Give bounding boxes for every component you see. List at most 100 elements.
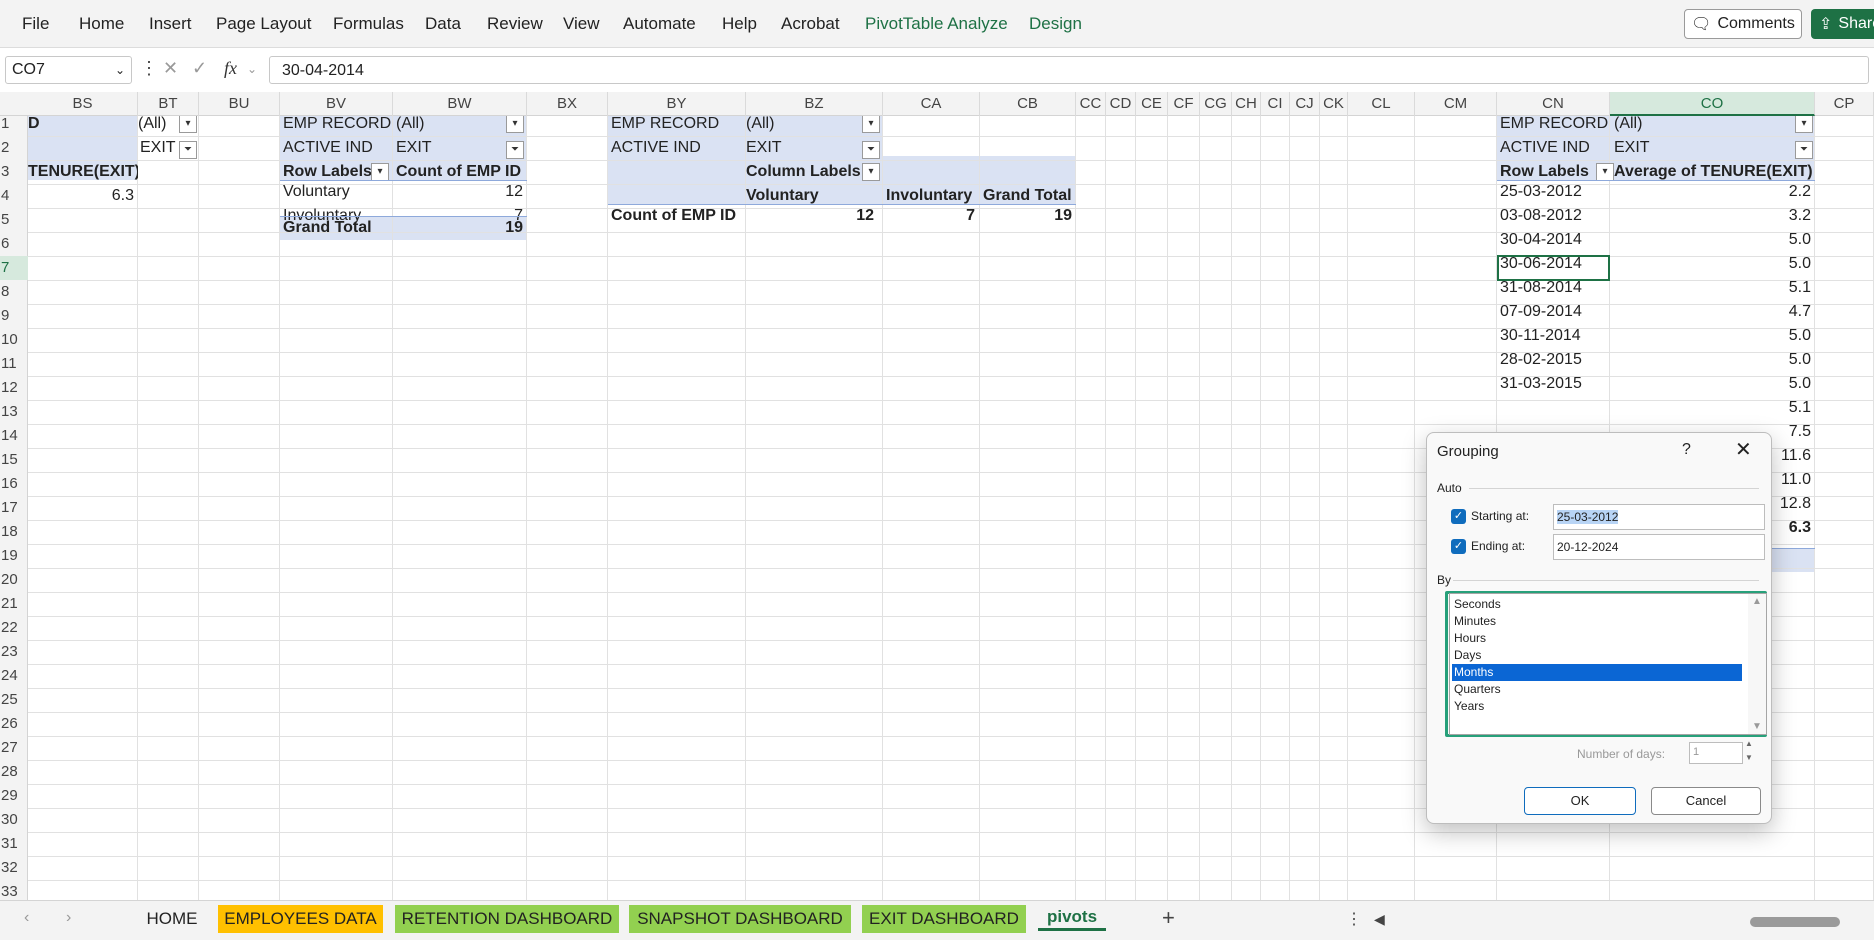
row-header-2[interactable]: 2 — [0, 136, 28, 160]
pivot3-column-dropdown[interactable]: ▾ — [862, 163, 880, 181]
sheet-tab-retention-dashboard[interactable]: RETENTION DASHBOARD — [395, 905, 619, 933]
pivot2-filter2-dropdown[interactable]: ⏷ — [506, 141, 524, 159]
tab-review[interactable]: Review — [487, 14, 543, 34]
more-sheets-icon[interactable]: ⋮ — [1346, 909, 1362, 929]
formula-input[interactable]: 30-04-2014 — [269, 56, 1869, 84]
tab-file[interactable]: File — [22, 14, 49, 34]
tab-pivottable-analyze[interactable]: PivotTable Analyze — [865, 14, 1008, 34]
scroll-left-icon[interactable]: ◀ — [1374, 911, 1385, 928]
pivot2-row-dropdown[interactable]: ▾ — [371, 163, 389, 181]
horizontal-scrollbar-thumb[interactable] — [1750, 917, 1840, 927]
row-header-17[interactable]: 17 — [0, 496, 28, 520]
tab-home[interactable]: Home — [79, 14, 124, 34]
pivot2-filter1-dropdown[interactable]: ▾ — [506, 116, 524, 133]
group-option-minutes[interactable]: Minutes — [1452, 613, 1742, 630]
row-header-21[interactable]: 21 — [0, 592, 28, 616]
column-header-ci[interactable]: CI — [1261, 92, 1290, 116]
sheet-tab-snapshot-dashboard[interactable]: SNAPSHOT DASHBOARD — [629, 905, 851, 933]
row-header-15[interactable]: 15 — [0, 448, 28, 472]
tab-acrobat[interactable]: Acrobat — [781, 14, 840, 34]
pivot1-filter1-dropdown[interactable]: ▾ — [179, 116, 197, 133]
column-header-cp[interactable]: CP — [1815, 92, 1874, 116]
starting-at-checkbox[interactable]: ✓ — [1451, 509, 1466, 524]
row-header-26[interactable]: 26 — [0, 712, 28, 736]
row-header-32[interactable]: 32 — [0, 856, 28, 880]
add-sheet-icon[interactable]: + — [1162, 905, 1175, 931]
column-header-cj[interactable]: CJ — [1290, 92, 1320, 116]
row-header-5[interactable]: 5 — [0, 208, 28, 232]
row-header-25[interactable]: 25 — [0, 688, 28, 712]
pivot1-filter2-dropdown[interactable]: ⏷ — [179, 141, 197, 159]
column-header-ce[interactable]: CE — [1136, 92, 1168, 116]
sheet-tab-home[interactable]: HOME — [134, 905, 210, 933]
column-header-cd[interactable]: CD — [1106, 92, 1136, 116]
row-header-1[interactable]: 1 — [0, 112, 28, 136]
starting-at-input[interactable]: 25-03-2012 — [1553, 504, 1765, 530]
column-header-cf[interactable]: CF — [1168, 92, 1200, 116]
tab-page-layout[interactable]: Page Layout — [216, 14, 311, 34]
column-header-bs[interactable]: BS — [28, 92, 138, 116]
number-of-days-input[interactable]: 1 — [1689, 742, 1743, 764]
cancel-button[interactable]: Cancel — [1651, 787, 1761, 815]
next-sheet-icon[interactable]: › — [66, 909, 71, 927]
group-option-hours[interactable]: Hours — [1452, 630, 1742, 647]
group-option-years[interactable]: Years — [1452, 698, 1742, 715]
column-header-bt[interactable]: BT — [138, 92, 199, 116]
enter-icon[interactable]: ✓ — [192, 58, 207, 79]
row-header-30[interactable]: 30 — [0, 808, 28, 832]
pivot4-filter1-dropdown[interactable]: ▾ — [1795, 116, 1813, 133]
row-header-11[interactable]: 11 — [0, 352, 28, 376]
group-by-listbox[interactable]: Seconds Minutes Hours Days Months Quarters Yea… — [1449, 593, 1767, 735]
spin-down-icon[interactable]: ▼ — [1745, 753, 1753, 762]
row-header-14[interactable]: 14 — [0, 424, 28, 448]
scroll-up-icon[interactable]: ▲ — [1752, 596, 1762, 607]
row-header-9[interactable]: 9 — [0, 304, 28, 328]
pivot3-filter2-dropdown[interactable]: ⏷ — [862, 141, 880, 159]
row-header-29[interactable]: 29 — [0, 784, 28, 808]
tab-insert[interactable]: Insert — [149, 14, 192, 34]
sheet-tab-employees-data[interactable]: EMPLOYEES DATA — [218, 905, 383, 933]
column-header-ch[interactable]: CH — [1232, 92, 1261, 116]
cancel-icon[interactable]: ✕ — [163, 58, 178, 79]
prev-sheet-icon[interactable]: ‹ — [24, 909, 29, 927]
pivot4-row-dropdown[interactable]: ▾ — [1596, 163, 1614, 181]
row-header-6[interactable]: 6 — [0, 232, 28, 256]
column-header-ck[interactable]: CK — [1320, 92, 1348, 116]
scroll-down-icon[interactable]: ▼ — [1752, 721, 1762, 732]
tab-data[interactable]: Data — [425, 14, 461, 34]
row-header-3[interactable]: 3 — [0, 160, 28, 184]
column-header-bw[interactable]: BW — [393, 92, 527, 116]
ending-at-input[interactable]: 20-12-2024 — [1553, 534, 1765, 560]
share-button[interactable]: ⇪ Share — [1811, 9, 1874, 39]
close-icon[interactable]: ✕ — [1735, 437, 1752, 462]
group-option-days[interactable]: Days — [1452, 647, 1742, 664]
row-header-18[interactable]: 18 — [0, 520, 28, 544]
ok-button[interactable]: OK — [1524, 787, 1636, 815]
spin-up-icon[interactable]: ▲ — [1745, 739, 1753, 748]
group-option-seconds[interactable]: Seconds — [1452, 596, 1742, 613]
row-header-28[interactable]: 28 — [0, 760, 28, 784]
sheet-tab-pivots[interactable]: pivots — [1038, 903, 1106, 931]
tab-automate[interactable]: Automate — [623, 14, 696, 34]
column-header-co[interactable]: CO — [1610, 92, 1815, 116]
tab-design[interactable]: Design — [1029, 14, 1082, 34]
pivot4-filter2-dropdown[interactable]: ⏷ — [1795, 141, 1813, 159]
column-header-cg[interactable]: CG — [1200, 92, 1232, 116]
row-header-23[interactable]: 23 — [0, 640, 28, 664]
group-option-quarters[interactable]: Quarters — [1452, 681, 1742, 698]
row-header-16[interactable]: 16 — [0, 472, 28, 496]
listbox-scrollbar[interactable]: ▲ ▼ — [1748, 594, 1766, 734]
row-header-4[interactable]: 4 — [0, 184, 28, 208]
comments-button[interactable]: 🗨 Comments — [1684, 9, 1802, 39]
more-options-icon[interactable]: ⋮ — [140, 58, 158, 79]
tab-formulas[interactable]: Formulas — [333, 14, 404, 34]
pivot3-filter1-dropdown[interactable]: ▾ — [862, 116, 880, 133]
expand-icon[interactable]: ⌄ — [247, 62, 257, 76]
row-header-22[interactable]: 22 — [0, 616, 28, 640]
column-header-cb[interactable]: CB — [980, 92, 1076, 116]
column-header-cc[interactable]: CC — [1076, 92, 1106, 116]
column-header-bu[interactable]: BU — [199, 92, 280, 116]
row-header-7[interactable]: 7 — [0, 256, 28, 280]
column-header-cm[interactable]: CM — [1415, 92, 1497, 116]
row-header-8[interactable]: 8 — [0, 280, 28, 304]
